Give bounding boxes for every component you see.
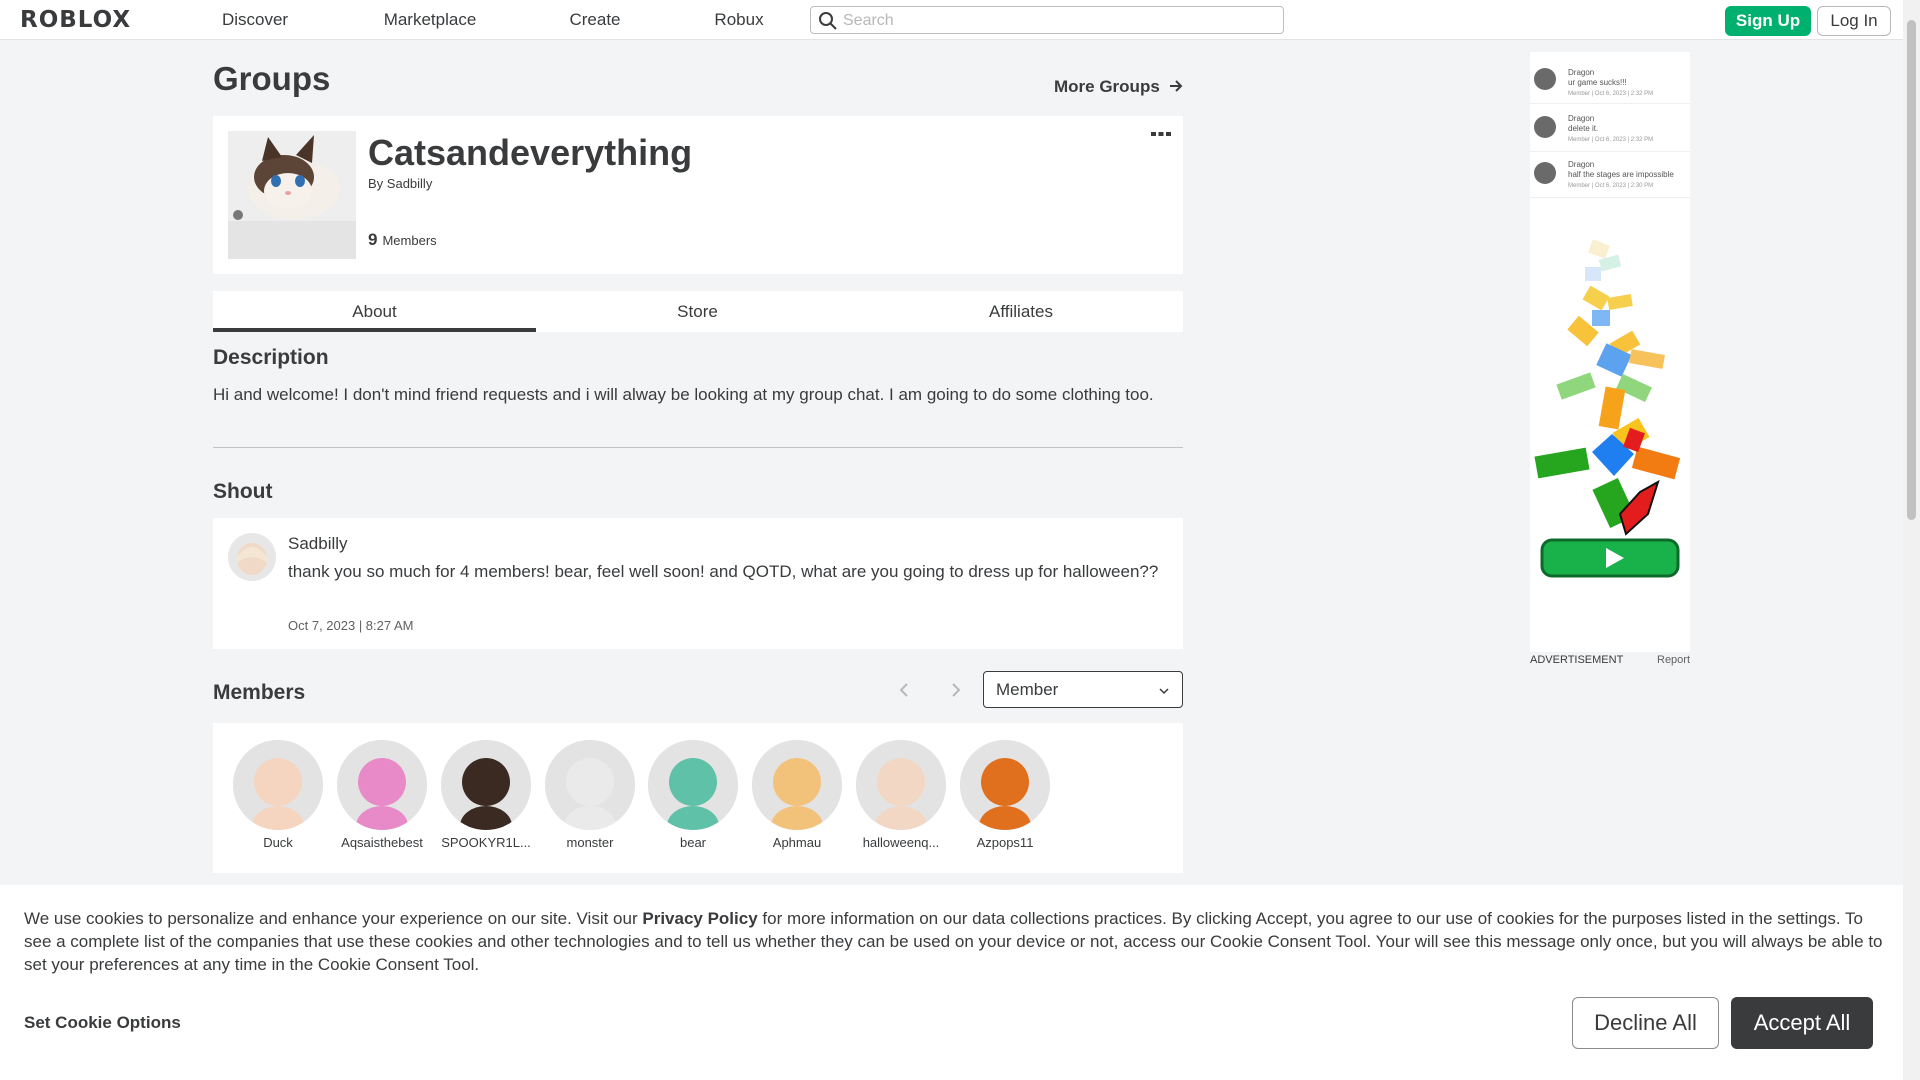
member-avatar-image	[337, 740, 427, 830]
avatar[interactable]	[752, 740, 842, 830]
nav-marketplace[interactable]: Marketplace	[370, 0, 490, 40]
member-name[interactable]: SPOOKYR1L...	[436, 835, 536, 850]
member-name[interactable]: Azpops11	[955, 835, 1055, 850]
search-box	[810, 6, 1284, 34]
group-owner: By Sadbilly	[368, 176, 432, 191]
shout-author[interactable]: Sadbilly	[288, 534, 348, 554]
member-avatar-image	[752, 740, 842, 830]
scrollbar-thumb[interactable]	[1907, 20, 1916, 520]
ad-report-link[interactable]: Report	[1657, 654, 1690, 666]
role-dropdown[interactable]: Member	[983, 671, 1183, 708]
cookie-text: We use cookies to personalize and enhanc…	[24, 907, 1886, 976]
members-title: Members	[213, 681, 306, 704]
log-in-button[interactable]: Log In	[1817, 6, 1891, 36]
group-name: Catsandeverything	[368, 132, 693, 173]
chevron-left-icon	[899, 683, 908, 697]
sign-up-button[interactable]: Sign Up	[1725, 6, 1811, 36]
owner-prefix: By	[368, 176, 384, 191]
member-name[interactable]: Duck	[228, 835, 328, 850]
member-item[interactable]: halloweenq...	[851, 740, 951, 850]
nav-robux[interactable]: Robux	[704, 0, 774, 40]
members-list: Duck Aqsaisthebest SPOOKYR1L... monster bear…	[213, 723, 1183, 873]
shout-title: Shout	[213, 480, 273, 503]
member-avatar-image	[960, 740, 1050, 830]
chevron-down-icon	[1159, 688, 1169, 695]
top-navbar: ROBLOX Discover Marketplace Create Robux…	[0, 0, 1920, 40]
member-item[interactable]: Azpops11	[955, 740, 1055, 850]
member-name[interactable]: monster	[540, 835, 640, 850]
nav-discover[interactable]: Discover	[208, 0, 302, 40]
avatar[interactable]	[228, 533, 276, 581]
avatar[interactable]	[337, 740, 427, 830]
divider	[213, 447, 1183, 448]
description-title: Description	[213, 346, 329, 369]
member-name[interactable]: Aqsaisthebest	[332, 835, 432, 850]
advertisement[interactable]: Dragon ur game sucks!!! Member | Oct 6, …	[1530, 52, 1690, 652]
nav-create[interactable]: Create	[560, 0, 630, 40]
arrow-right-icon	[1169, 80, 1182, 92]
avatar[interactable]	[545, 740, 635, 830]
member-item[interactable]: Aqsaisthebest	[332, 740, 432, 850]
cookie-text-start: We use cookies to personalize and enhanc…	[24, 909, 643, 928]
roblox-logo[interactable]: ROBLOX	[20, 7, 131, 33]
owner-link[interactable]: Sadbilly	[387, 176, 433, 191]
shout-date: Oct 7, 2023 | 8:27 AM	[288, 618, 414, 633]
advertisement-label: ADVERTISEMENT	[1530, 654, 1624, 666]
scrollbar[interactable]	[1903, 0, 1920, 1080]
member-count-value: 9	[368, 230, 378, 249]
previous-page-button[interactable]	[892, 678, 916, 702]
shout-body: thank you so much for 4 members! bear, f…	[288, 562, 1159, 581]
next-page-button[interactable]	[944, 678, 968, 702]
description-text: Hi and welcome! I don't mind friend requ…	[213, 385, 1154, 404]
shout-avatar-image	[228, 533, 276, 581]
privacy-policy-link[interactable]: Privacy Policy	[642, 909, 757, 928]
search-icon	[819, 12, 837, 30]
role-dropdown-value: Member	[996, 680, 1059, 699]
avatar[interactable]	[960, 740, 1050, 830]
cat-image	[228, 131, 356, 259]
more-groups-label: More Groups	[1054, 77, 1160, 96]
group-header-card: Catsandeverything By Sadbilly 9 Members	[213, 116, 1183, 274]
avatar[interactable]	[856, 740, 946, 830]
member-item[interactable]: monster	[540, 740, 640, 850]
group-thumbnail	[228, 131, 356, 259]
member-avatar-image	[545, 740, 635, 830]
group-tabs: About Store Affiliates	[213, 291, 1183, 332]
member-avatar-image	[441, 740, 531, 830]
search-input[interactable]	[843, 10, 1273, 32]
member-avatar-image	[233, 740, 323, 830]
member-count-label: Members	[382, 233, 437, 248]
avatar[interactable]	[441, 740, 531, 830]
more-groups-link[interactable]: More Groups	[1054, 77, 1183, 97]
avatar[interactable]	[233, 740, 323, 830]
decline-all-button[interactable]: Decline All	[1572, 997, 1719, 1049]
member-item[interactable]: SPOOKYR1L...	[436, 740, 536, 850]
accept-all-button[interactable]: Accept All	[1731, 997, 1873, 1049]
more-options-icon[interactable]	[1151, 130, 1171, 138]
member-name[interactable]: halloweenq...	[851, 835, 951, 850]
member-name[interactable]: bear	[643, 835, 743, 850]
member-item[interactable]: Duck	[228, 740, 328, 850]
member-avatar-image	[648, 740, 738, 830]
member-name[interactable]: Aphmau	[747, 835, 847, 850]
chevron-right-icon	[952, 683, 961, 697]
member-item[interactable]: Aphmau	[747, 740, 847, 850]
shout-card: Sadbilly thank you so much for 4 members…	[213, 518, 1183, 649]
page-title: Groups	[213, 60, 331, 97]
member-item[interactable]: bear	[643, 740, 743, 850]
avatar[interactable]	[648, 740, 738, 830]
member-avatar-image	[856, 740, 946, 830]
tab-affiliates[interactable]: Affiliates	[859, 291, 1183, 332]
group-member-count: 9 Members	[368, 230, 437, 250]
tab-about[interactable]: About	[213, 291, 536, 332]
tab-store[interactable]: Store	[536, 291, 859, 332]
set-cookie-options-link[interactable]: Set Cookie Options	[24, 1013, 181, 1033]
cookie-banner: We use cookies to personalize and enhanc…	[0, 885, 1903, 1080]
ad-artwork	[1534, 239, 1681, 578]
